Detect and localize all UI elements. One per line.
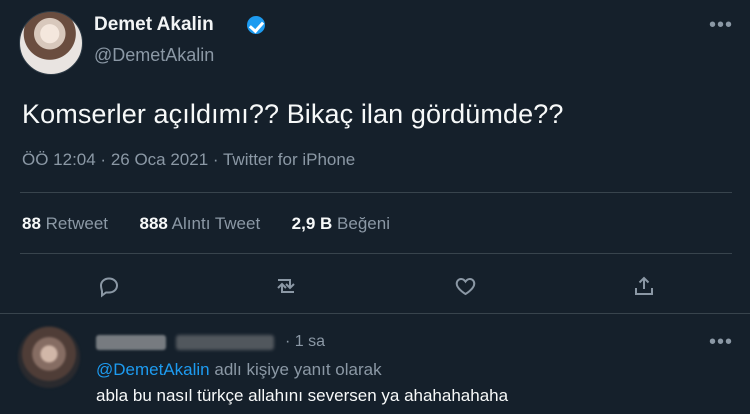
reply-author-avatar[interactable]: [18, 326, 80, 388]
share-button[interactable]: [628, 270, 660, 302]
reply-author-handle-redacted: [176, 335, 274, 350]
tweet-source[interactable]: Twitter for iPhone: [223, 150, 355, 169]
reply-more-options-icon[interactable]: •••: [709, 331, 733, 354]
tweet-metadata: ÖÖ 12:04 · 26 Oca 2021 · Twitter for iPh…: [22, 150, 355, 170]
tweet-stats: 88 Retweet 888 Alıntı Tweet 2,9 B Beğeni: [22, 214, 390, 234]
author-avatar[interactable]: [19, 11, 83, 75]
retweet-count: 88: [22, 214, 41, 233]
quote-count: 888: [139, 214, 168, 233]
like-stat[interactable]: 2,9 B Beğeni: [292, 214, 390, 233]
retweet-icon: [277, 279, 295, 293]
divider-reply: [0, 313, 750, 314]
like-button[interactable]: [449, 270, 481, 302]
like-count: 2,9 B: [291, 214, 333, 233]
replying-suffix: adlı kişiye yanıt olarak: [209, 360, 382, 379]
like-label: Beğeni: [337, 214, 390, 233]
verified-badge-icon: [247, 16, 265, 34]
divider-top: [20, 192, 732, 193]
tweet-timestamp[interactable]: ÖÖ 12:04 · 26 Oca 2021: [22, 150, 208, 169]
more-options-icon[interactable]: •••: [709, 14, 733, 37]
author-display-name[interactable]: Demet Akalin: [94, 14, 214, 36]
reply-text: abla bu nasıl türkçe allahını seversen y…: [96, 386, 509, 405]
reply-icon: [99, 277, 119, 298]
replying-to: @DemetAkalin adlı kişiye yanıt olarak: [96, 360, 382, 380]
replying-mention-link[interactable]: @DemetAkalin: [96, 360, 210, 379]
quote-label: Alıntı Tweet: [171, 214, 261, 233]
share-icon: [635, 276, 653, 295]
reply-author-name-redacted: [96, 335, 166, 350]
author-handle[interactable]: @DemetAkalin: [94, 45, 214, 66]
quote-tweet-stat[interactable]: 888 Alıntı Tweet: [140, 214, 261, 233]
retweet-stat[interactable]: 88 Retweet: [22, 214, 108, 233]
divider-middle: [20, 253, 732, 254]
retweet-label: Retweet: [45, 214, 109, 233]
reply-timestamp[interactable]: · 1 sa: [285, 333, 325, 351]
reply-button[interactable]: [93, 270, 125, 302]
heart-icon: [455, 277, 475, 296]
retweet-button[interactable]: [270, 270, 302, 302]
metadata-separator: ·: [208, 150, 223, 169]
tweet-text: Komserler açıldımı?? Bikaç ilan gördümde…: [22, 99, 564, 129]
